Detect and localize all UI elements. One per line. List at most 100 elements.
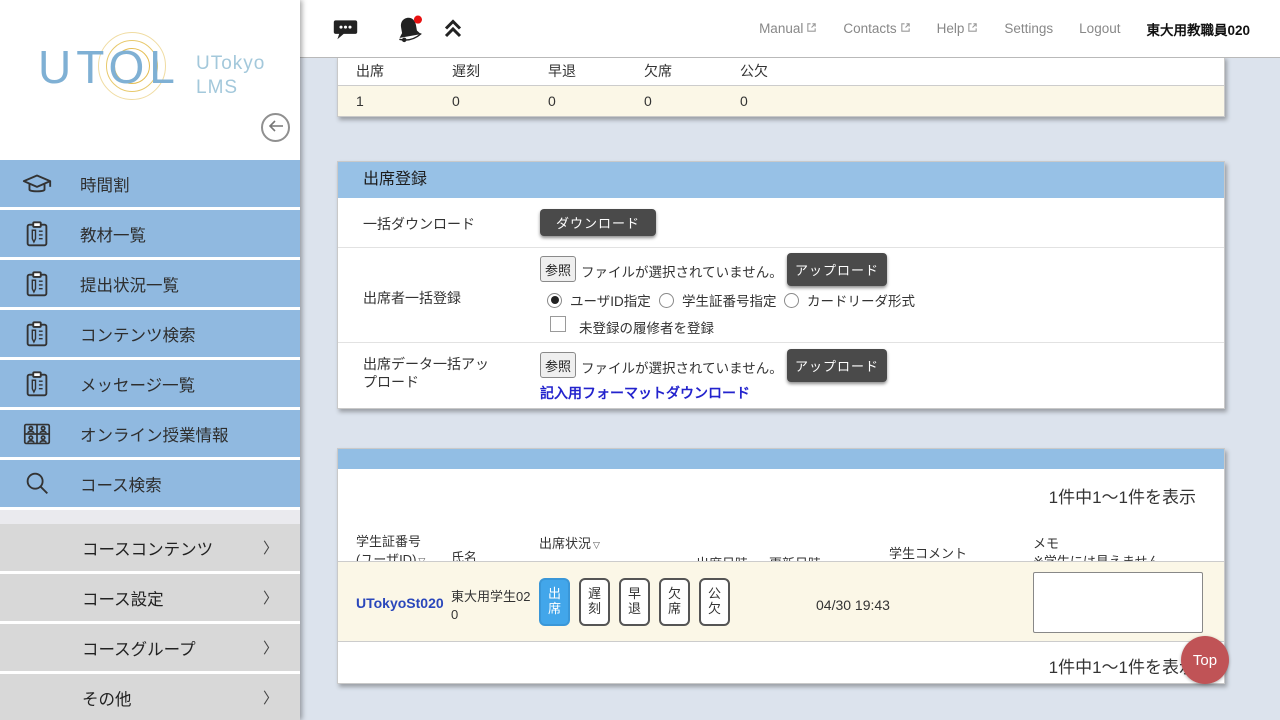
search-icon — [20, 469, 54, 499]
section-title: 出席登録 — [338, 162, 1224, 198]
sidebar-item-materials[interactable]: 教材一覧 — [0, 210, 300, 257]
memo-textarea[interactable] — [1033, 572, 1203, 633]
summary-val-attend: 1 — [356, 86, 452, 116]
radio-user-id[interactable]: ユーザID指定 — [547, 290, 651, 310]
bulk-download-row: 一括ダウンロード ダウンロード — [338, 198, 1224, 247]
sidebar-item-submission-status[interactable]: 提出状況一覧 — [0, 260, 300, 307]
contacts-link[interactable]: Contacts — [843, 21, 910, 36]
external-link-icon — [967, 21, 978, 36]
browse-file-button[interactable]: 参照 — [540, 256, 576, 282]
summary-col-excused: 公欠 — [740, 57, 836, 85]
register-unenrolled-label: 未登録の履修者を登録 — [579, 317, 714, 337]
app-frame: UTOL UTokyo LMS 時間割 教材一覧 — [0, 0, 1280, 720]
notification-bell-icon[interactable] — [393, 13, 425, 45]
attendance-data-upload-row: 出席データ一括アップロード 参照 ファイルが選択されていません。 アップロード … — [338, 342, 1224, 408]
student-id-link[interactable]: UTokyoSt020 — [356, 595, 444, 611]
radio-card-reader[interactable]: カードリーダ形式 — [784, 290, 915, 310]
status-button-group: 出席 遅刻 早退 欠席 公欠 — [539, 578, 730, 626]
chevron-right-icon: 〉 — [263, 687, 278, 708]
graduation-cap-icon — [20, 168, 54, 200]
utol-logo: UTOL UTokyo LMS — [38, 40, 278, 110]
summary-header-row: 出席 遅刻 早退 欠席 公欠 — [338, 57, 1224, 85]
sidebar-item-online-class-info[interactable]: オンライン授業情報 — [0, 410, 300, 457]
scroll-to-top-button[interactable]: Top — [1181, 636, 1229, 684]
summary-col-attend: 出席 — [356, 57, 452, 85]
sidebar-item-messages[interactable]: メッセージ一覧 — [0, 360, 300, 407]
radio-unselected-icon — [659, 293, 674, 308]
student-attendance-table: 1件中1〜1件を表示 学生証番号 (ユーザID)▽ 氏名 出席状況▽ 出席日時 … — [337, 448, 1225, 684]
sidebar-item-course-group[interactable]: コースグループ 〉 — [0, 624, 300, 671]
main-content: 出席 遅刻 早退 欠席 公欠 1 0 0 0 0 出席登録 一括ダウンロード ダ… — [300, 58, 1280, 720]
summary-col-late: 遅刻 — [452, 57, 548, 85]
col-status[interactable]: 出席状況▽ — [539, 535, 600, 553]
sidebar-item-course-contents[interactable]: コースコンテンツ 〉 — [0, 524, 300, 571]
sidebar-item-others[interactable]: その他 〉 — [0, 674, 300, 720]
summary-val-early-leave: 0 — [548, 86, 644, 116]
sidebar-item-course-settings[interactable]: コース設定 〉 — [0, 574, 300, 621]
notification-badge — [414, 15, 422, 23]
chevron-right-icon: 〉 — [263, 587, 278, 608]
double-chevron-up-icon[interactable] — [441, 17, 465, 41]
sidebar-item-content-search[interactable]: コンテンツ検索 — [0, 310, 300, 357]
arrow-left-icon — [268, 119, 284, 137]
external-link-icon — [900, 21, 911, 36]
people-grid-icon — [20, 418, 54, 450]
table-header-bar — [338, 449, 1224, 469]
sidebar-collapse-button[interactable] — [261, 113, 290, 142]
status-button-excused[interactable]: 公欠 — [699, 578, 730, 626]
format-download-link[interactable]: 記入用フォーマットダウンロード — [540, 383, 750, 403]
clipboard-icon — [20, 369, 54, 399]
upload-button[interactable]: アップロード — [787, 349, 887, 382]
radio-unselected-icon — [784, 293, 799, 308]
no-file-selected-text: ファイルが選択されていません。 — [581, 357, 783, 377]
attendance-summary-table: 出席 遅刻 早退 欠席 公欠 1 0 0 0 0 — [337, 56, 1225, 117]
logout-link[interactable]: Logout — [1079, 21, 1120, 36]
logo-text: UTOL — [38, 40, 180, 94]
sidebar: UTOL UTokyo LMS 時間割 教材一覧 — [0, 0, 300, 720]
browse-file-button[interactable]: 参照 — [540, 352, 576, 378]
summary-col-early-leave: 早退 — [548, 57, 644, 85]
attendance-registration-panel: 出席登録 一括ダウンロード ダウンロード 出席者一括登録 参照 ファイルが選択さ… — [337, 161, 1225, 409]
attendee-bulk-label: 出席者一括登録 — [363, 288, 461, 308]
radio-selected-icon — [547, 293, 562, 308]
status-button-absent[interactable]: 欠席 — [659, 578, 690, 626]
result-count-text: 1件中1〜1件を表示 — [1049, 653, 1196, 678]
table-header-zone: 1件中1〜1件を表示 学生証番号 (ユーザID)▽ 氏名 出席状況▽ 出席日時 … — [338, 469, 1224, 561]
table-footer: 1件中1〜1件を表示 — [338, 641, 1224, 683]
sidebar-item-timetable[interactable]: 時間割 — [0, 160, 300, 207]
student-row: UTokyoSt020 東大用学生020 出席 遅刻 早退 欠席 公欠 04/3… — [338, 561, 1224, 641]
download-button[interactable]: ダウンロード — [540, 209, 656, 236]
summary-col-absent: 欠席 — [644, 57, 740, 85]
sidebar-divider — [0, 510, 300, 524]
clipboard-icon — [20, 319, 54, 349]
register-unenrolled-checkbox[interactable] — [550, 316, 566, 332]
chevron-right-icon: 〉 — [263, 537, 278, 558]
help-link[interactable]: Help — [937, 21, 979, 36]
topbar-links: Manual Contacts Help Settings Logout 東大用… — [759, 19, 1280, 39]
radio-student-card-number[interactable]: 学生証番号指定 — [659, 290, 777, 310]
settings-link[interactable]: Settings — [1004, 21, 1053, 36]
chevron-right-icon: 〉 — [263, 637, 278, 658]
message-icon[interactable] — [332, 15, 359, 42]
attendee-bulk-register-row: 出席者一括登録 参照 ファイルが選択されていません。 アップロード ユーザID指… — [338, 247, 1224, 342]
clipboard-icon — [20, 269, 54, 299]
logo-subtext: UTokyo LMS — [196, 52, 265, 100]
clipboard-icon — [20, 219, 54, 249]
upload-button[interactable]: アップロード — [787, 253, 887, 286]
topbar: Manual Contacts Help Settings Logout 東大用… — [300, 0, 1280, 58]
bulk-download-label: 一括ダウンロード — [363, 214, 475, 234]
status-button-late[interactable]: 遅刻 — [579, 578, 610, 626]
sidebar-course-menu: コースコンテンツ 〉 コース設定 〉 コースグループ 〉 その他 〉 — [0, 524, 300, 720]
student-name: 東大用学生020 — [451, 588, 535, 623]
result-count-text: 1件中1〜1件を表示 — [1049, 483, 1196, 508]
summary-val-late: 0 — [452, 86, 548, 116]
manual-link[interactable]: Manual — [759, 21, 817, 36]
sidebar-item-course-search[interactable]: コース検索 — [0, 460, 300, 507]
no-file-selected-text: ファイルが選択されていません。 — [581, 261, 783, 281]
summary-values-row: 1 0 0 0 0 — [338, 85, 1224, 116]
status-button-early-leave[interactable]: 早退 — [619, 578, 650, 626]
status-button-attend[interactable]: 出席 — [539, 578, 570, 626]
topbar-icons — [332, 13, 465, 45]
sort-icon: ▽ — [593, 540, 600, 550]
external-link-icon — [806, 21, 817, 36]
